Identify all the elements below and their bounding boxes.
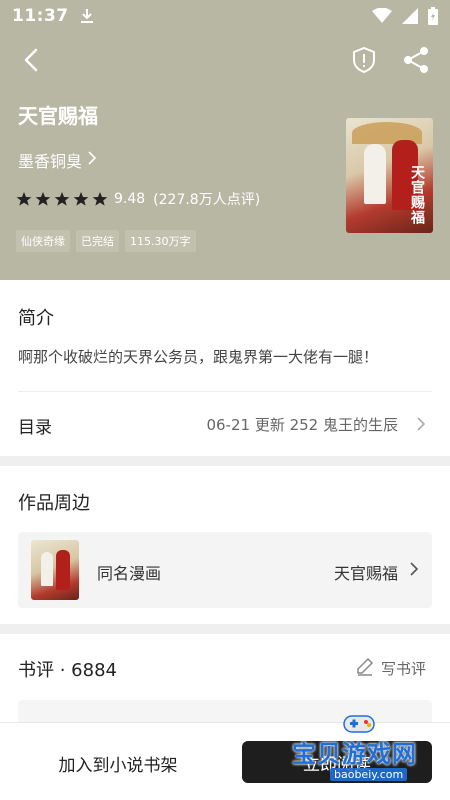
top-nav	[0, 40, 450, 80]
toc-label: 目录	[18, 418, 52, 438]
toc-latest-chapter: 06-21 更新 252 鬼王的生辰	[206, 416, 398, 434]
peripheral-item-type: 同名漫画	[97, 564, 162, 583]
peripheral-item[interactable]: 同名漫画 天官赐福	[18, 532, 432, 608]
star-icon	[54, 192, 70, 206]
intro-card: 简介 啊那个收破烂的天界公务员，跟鬼界第一大佬有一腿！ 目录 06-21 更新 …	[0, 280, 450, 456]
share-icon[interactable]	[400, 44, 432, 76]
cover-figure-white	[364, 144, 386, 204]
write-review-label: 写书评	[380, 659, 426, 678]
chevron-right-icon	[86, 150, 98, 170]
tag-status: 已完结	[76, 230, 119, 252]
intro-body[interactable]: 啊那个收破烂的天界公务员，跟鬼界第一大佬有一腿！	[18, 346, 378, 367]
status-bar: 11:37	[0, 0, 450, 32]
book-header: 11:37 天官赐福 墨香铜臭 9.48 (227.8万人点评) 仙侠奇缘 已完…	[0, 0, 450, 280]
comic-thumbnail	[31, 540, 79, 600]
status-time: 11:37	[12, 6, 69, 26]
wifi-icon	[372, 8, 392, 24]
book-title: 天官赐福	[18, 104, 98, 128]
chevron-right-icon	[408, 560, 420, 578]
tag-genre[interactable]: 仙侠奇缘	[16, 230, 70, 252]
battery-icon	[428, 7, 438, 25]
rating-score: 9.48	[114, 191, 146, 207]
star-icon	[92, 192, 108, 206]
review-title: 书评 · 6884	[18, 660, 117, 681]
thumb-figure-red	[56, 550, 70, 590]
star-icon	[73, 192, 89, 206]
star-icon	[35, 192, 51, 206]
signal-icon	[402, 8, 418, 24]
divider	[18, 391, 432, 392]
book-tags: 仙侠奇缘 已完结 115.30万字	[16, 230, 196, 252]
download-icon	[79, 7, 95, 25]
bottom-action-bar: 加入到小说书架 立即阅读	[0, 722, 450, 800]
author-link[interactable]: 墨香铜臭	[18, 148, 98, 172]
author-name: 墨香铜臭	[18, 152, 83, 171]
tag-word-count: 115.30万字	[125, 230, 196, 252]
peripheral-title: 作品周边	[18, 493, 90, 514]
add-to-shelf-button[interactable]: 加入到小说书架	[18, 743, 218, 783]
rating: 9.48 (227.8万人点评)	[16, 189, 260, 209]
chevron-right-icon	[414, 415, 428, 433]
thumb-figure-white	[41, 552, 53, 586]
star-icon	[16, 192, 32, 206]
book-cover: 天官赐福	[346, 118, 433, 233]
write-review-button[interactable]: 写书评	[355, 656, 426, 680]
peripheral-card: 作品周边 同名漫画 天官赐福	[0, 466, 450, 624]
star-rating	[16, 191, 108, 207]
read-now-button[interactable]: 立即阅读	[242, 741, 432, 783]
intro-title: 简介	[18, 308, 54, 329]
back-arrow-icon[interactable]	[16, 44, 48, 76]
edit-icon	[355, 656, 375, 680]
peripheral-item-name: 天官赐福	[333, 564, 398, 583]
report-shield-icon[interactable]	[348, 44, 380, 76]
cover-title: 天官赐福	[409, 165, 425, 225]
rating-count: (227.8万人点评)	[153, 192, 261, 208]
